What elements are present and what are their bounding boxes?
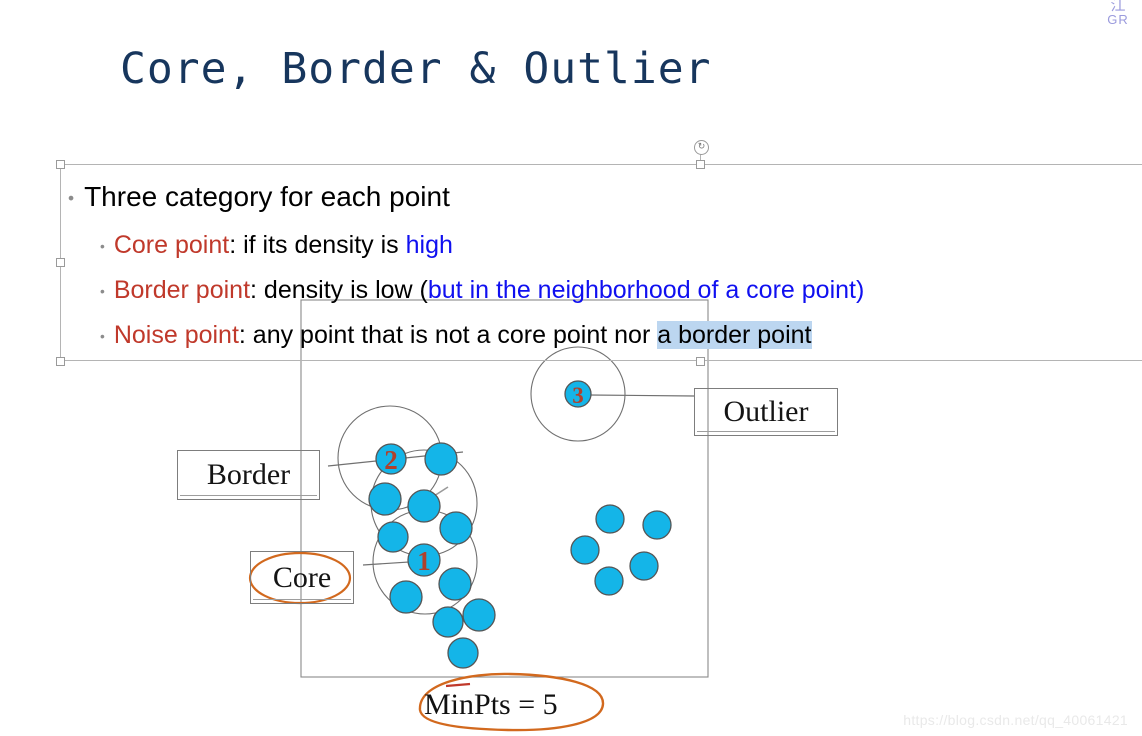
neighborhood-circle-2 [337, 405, 443, 511]
watermark-url: https://blog.csdn.net/qq_40061421 [903, 712, 1128, 728]
data-point [629, 551, 659, 581]
noise-point-description: : any point that is not a core point nor [238, 321, 658, 349]
point-number-3: 3 [572, 383, 584, 408]
diagram-point-numbers: 2 1 3 [384, 383, 584, 576]
bullet-glyph-icon: • [68, 188, 75, 209]
ink-stroke-minpts-top [445, 682, 471, 688]
bullet-glyph-icon: • [100, 283, 105, 299]
neighborhood-circle-outlier [530, 346, 626, 442]
resize-handle-bottom-center[interactable] [696, 357, 705, 366]
site-logo: 江 GR [1098, 0, 1138, 26]
label-box-border[interactable]: Border [177, 450, 320, 500]
point-number-1: 1 [417, 546, 431, 576]
neighborhood-circle-1 [372, 509, 478, 615]
term-core-point: Core point [113, 231, 230, 259]
resize-handle-middle-left[interactable] [56, 258, 65, 267]
data-point [389, 580, 423, 614]
label-box-outlier[interactable]: Outlier [694, 388, 838, 436]
bullet-noise-point: • Noise point: any point that is not a co… [100, 321, 812, 350]
data-point [447, 637, 479, 669]
core-point-emphasis: high [405, 231, 453, 259]
label-outlier: Outlier [723, 395, 809, 428]
pointer-arrow [419, 486, 449, 506]
data-point [377, 521, 409, 553]
label-underline [180, 495, 317, 496]
term-noise-point: Noise point [113, 321, 239, 349]
bullet-level1: • Three category for each point [68, 181, 450, 213]
data-point [642, 510, 672, 540]
resize-handle-bottom-left[interactable] [56, 357, 65, 366]
label-core: Core [272, 560, 332, 594]
data-point [438, 567, 472, 601]
leader-line-outlier [588, 394, 695, 397]
data-point [570, 535, 600, 565]
point-number-2: 2 [384, 445, 398, 475]
data-point [594, 566, 624, 596]
neighborhood-circle-mid [370, 449, 478, 557]
resize-handle-top-left[interactable] [56, 160, 65, 169]
bullet-border-point: • Border point: density is low (but in th… [100, 276, 864, 305]
data-point [375, 443, 407, 475]
page-title: Core, Border & Outlier [120, 44, 712, 94]
leader-line-core [362, 559, 441, 566]
border-point-description: : density is low ( [250, 276, 428, 304]
leader-line-border [327, 451, 464, 467]
dbscan-diagram [248, 299, 709, 732]
bullet-core-point: • Core point: if its density is high [100, 231, 453, 260]
logo-word: GR [1107, 12, 1129, 27]
data-point [424, 442, 458, 476]
data-point [439, 511, 473, 545]
data-point [407, 543, 441, 577]
label-underline [697, 431, 835, 432]
term-border-point: Border point [113, 276, 251, 304]
noise-point-selected-text: a border point [657, 321, 812, 349]
data-point [432, 606, 464, 638]
core-point-description: : if its density is [229, 231, 406, 259]
minpts-annotation: MinPts = 5 [424, 688, 558, 721]
label-underline [253, 599, 351, 600]
border-point-emphasis: but in the neighborhood of a core point) [427, 276, 865, 304]
data-point [407, 489, 441, 523]
bullet-level1-text: Three category for each point [84, 181, 450, 212]
label-border: Border [206, 458, 291, 491]
data-point-outlier [564, 380, 592, 408]
slide-canvas: Core, Border & Outlier 2 1 3 Border Core… [0, 0, 1142, 736]
rotate-handle-icon[interactable]: ↻ [694, 140, 709, 155]
bullet-glyph-icon: • [100, 238, 105, 254]
resize-handle-top-center[interactable] [696, 160, 705, 169]
data-point [462, 598, 496, 632]
label-box-core[interactable]: Core [250, 551, 354, 604]
data-point [368, 482, 402, 516]
bullet-glyph-icon: • [100, 328, 105, 344]
data-point [595, 504, 625, 534]
